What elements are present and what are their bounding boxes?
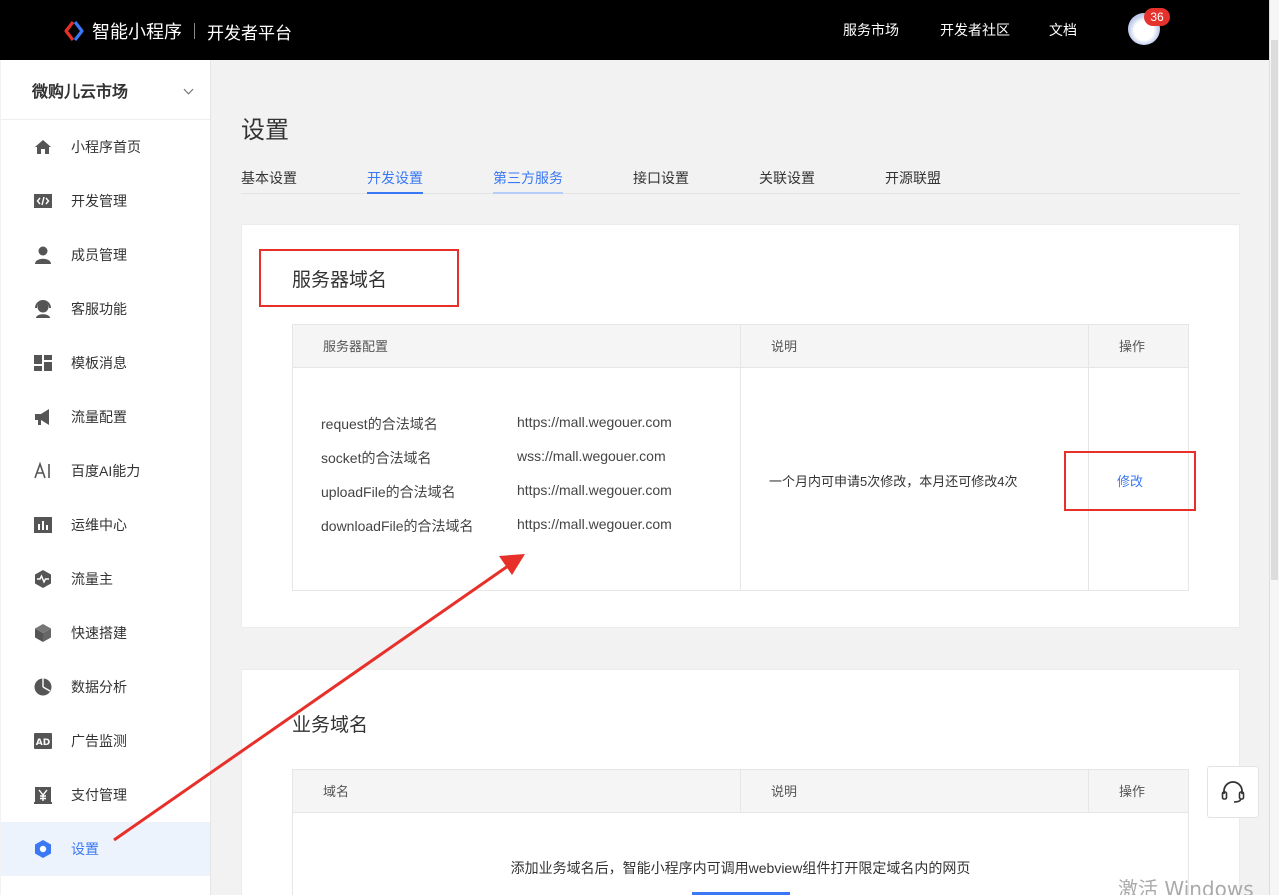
notification-badge: 36 [1144, 8, 1170, 26]
settings-tabs: 基本设置 开发设置 第三方服务 接口设置 关联设置 开源联盟 [241, 164, 1240, 194]
empty-state-text: 添加业务域名后，智能小程序内可调用webview组件打开限定域名内的网页 [510, 860, 971, 876]
home-icon [33, 137, 53, 157]
sidebar-item-template-messages[interactable]: 模板消息 [1, 336, 210, 390]
sidebar-item-label: 快速搭建 [71, 625, 127, 641]
tab-basic-settings[interactable]: 基本设置 [241, 168, 297, 194]
nav-service-market[interactable]: 服务市场 [843, 20, 899, 40]
annotation-box-modify [1064, 451, 1196, 511]
server-domain-table: 服务器配置 说明 操作 request的合法域名 https://mall.we… [292, 324, 1189, 591]
app-name: 微购儿云市场 [32, 83, 129, 101]
nav-developer-community[interactable]: 开发者社区 [940, 20, 1010, 40]
column-header: 说明 [771, 784, 798, 799]
sidebar-item-quick-build[interactable]: 快速搭建 [1, 606, 210, 660]
sidebar-item-dev-management[interactable]: 开发管理 [1, 174, 210, 228]
chevron-down-icon [183, 84, 194, 95]
page-title: 设置 [241, 117, 289, 144]
annotation-box-server-domain [259, 249, 459, 307]
ai-icon [33, 461, 53, 481]
customer-support-button[interactable] [1207, 766, 1259, 818]
sidebar-item-customer-service[interactable]: 客服功能 [1, 282, 210, 336]
business-domain-title: 业务域名 [292, 715, 369, 736]
tab-third-party[interactable]: 第三方服务 [493, 168, 563, 194]
column-header: 服务器配置 [323, 339, 389, 354]
domain-type: downloadFile的合法域名 [321, 518, 474, 534]
column-header: 域名 [323, 784, 350, 799]
megaphone-icon [33, 407, 53, 427]
sidebar-item-label: 客服功能 [71, 301, 127, 317]
nav-docs[interactable]: 文档 [1049, 20, 1077, 40]
domain-value: https://mall.wegouer.com [517, 414, 672, 430]
sidebar-item-label: 成员管理 [71, 247, 127, 263]
sidebar-item-label: 支付管理 [71, 787, 127, 803]
brand-logo-icon [64, 21, 84, 41]
column-header: 操作 [1119, 784, 1146, 799]
sidebar-item-label: 设置 [71, 841, 99, 857]
brand[interactable]: 智能小程序 开发者平台 [62, 18, 292, 44]
sidebar-item-label: 运维中心 [71, 517, 127, 533]
headset-icon [33, 299, 53, 319]
settings-icon [33, 839, 53, 859]
sidebar-item-ops-center[interactable]: 运维中心 [1, 498, 210, 552]
sidebar-item-settings[interactable]: 设置 [1, 822, 210, 876]
sidebar-item-label: 百度AI能力 [71, 463, 141, 479]
column-divider [740, 325, 741, 590]
headset-support-icon [1221, 781, 1245, 803]
brand-name: 智能小程序 [92, 22, 182, 42]
sidebar-item-data-analysis[interactable]: 数据分析 [1, 660, 210, 714]
column-header: 说明 [771, 339, 798, 354]
cube-icon [33, 623, 53, 643]
domain-value: wss://mall.wegouer.com [517, 448, 666, 464]
domain-value: https://mall.wegouer.com [517, 482, 672, 498]
business-domain-table: 域名 说明 操作 添加业务域名后，智能小程序内可调用webview组件打开限定域… [292, 769, 1189, 895]
sidebar-item-label: 小程序首页 [71, 139, 141, 155]
brand-subtitle: 开发者平台 [207, 23, 292, 43]
svg-text:AD: AD [36, 738, 50, 748]
sidebar-item-traffic-owner[interactable]: 流量主 [1, 552, 210, 606]
scrollbar-thumb[interactable] [1271, 40, 1278, 580]
sidebar-item-label: 流量主 [71, 571, 113, 587]
modification-description: 一个月内可申请5次修改，本月还可修改4次 [769, 474, 1018, 489]
tab-interface-settings[interactable]: 接口设置 [633, 168, 689, 194]
sidebar-item-home[interactable]: 小程序首页 [1, 120, 210, 174]
windows-activation-watermark: 激活 Windows [1118, 877, 1254, 895]
pulse-icon [33, 569, 53, 589]
pie-chart-icon [33, 677, 53, 697]
sidebar-item-payment[interactable]: 支付管理 [1, 768, 210, 822]
column-divider [1088, 770, 1089, 812]
table-header: 域名 说明 操作 [293, 770, 1188, 813]
sidebar-item-label: 流量配置 [71, 409, 127, 425]
sidebar-item-label: 广告监测 [71, 733, 127, 749]
tab-association-settings[interactable]: 关联设置 [759, 168, 815, 194]
code-icon [33, 191, 53, 211]
tab-open-source-alliance[interactable]: 开源联盟 [885, 168, 941, 194]
sidebar-item-members[interactable]: 成员管理 [1, 228, 210, 282]
tab-dev-settings[interactable]: 开发设置 [367, 168, 423, 194]
domain-type: request的合法域名 [321, 416, 438, 432]
column-divider [740, 770, 741, 812]
sidebar-item-label: 模板消息 [71, 355, 127, 371]
scrollbar[interactable] [1269, 0, 1279, 895]
sidebar-item-label: 数据分析 [71, 679, 127, 695]
business-domain-card: 业务域名 域名 说明 操作 添加业务域名后，智能小程序内可调用webview组件… [241, 669, 1240, 895]
domain-type: uploadFile的合法域名 [321, 484, 456, 500]
domain-type: socket的合法域名 [321, 450, 432, 466]
bar-chart-icon [33, 515, 53, 535]
column-header: 操作 [1119, 339, 1146, 354]
sidebar-item-traffic-config[interactable]: 流量配置 [1, 390, 210, 444]
top-navigation-bar: 智能小程序 开发者平台 服务市场 开发者社区 文档 36 [0, 0, 1269, 60]
user-icon [33, 245, 53, 265]
sidebar-item-ad-monitor[interactable]: AD 广告监测 [1, 714, 210, 768]
sidebar-item-label: 开发管理 [71, 193, 127, 209]
template-icon [33, 353, 53, 373]
brand-divider [194, 23, 195, 39]
ad-icon: AD [33, 731, 53, 751]
app-switcher[interactable]: 微购儿云市场 [1, 60, 210, 120]
domain-value: https://mall.wegouer.com [517, 516, 672, 532]
yuan-icon [33, 785, 53, 805]
sidebar: 微购儿云市场 小程序首页 开发管理 成员管理 客服功能 模板消息 流量配置 百度… [1, 60, 211, 895]
sidebar-item-baidu-ai[interactable]: 百度AI能力 [1, 444, 210, 498]
